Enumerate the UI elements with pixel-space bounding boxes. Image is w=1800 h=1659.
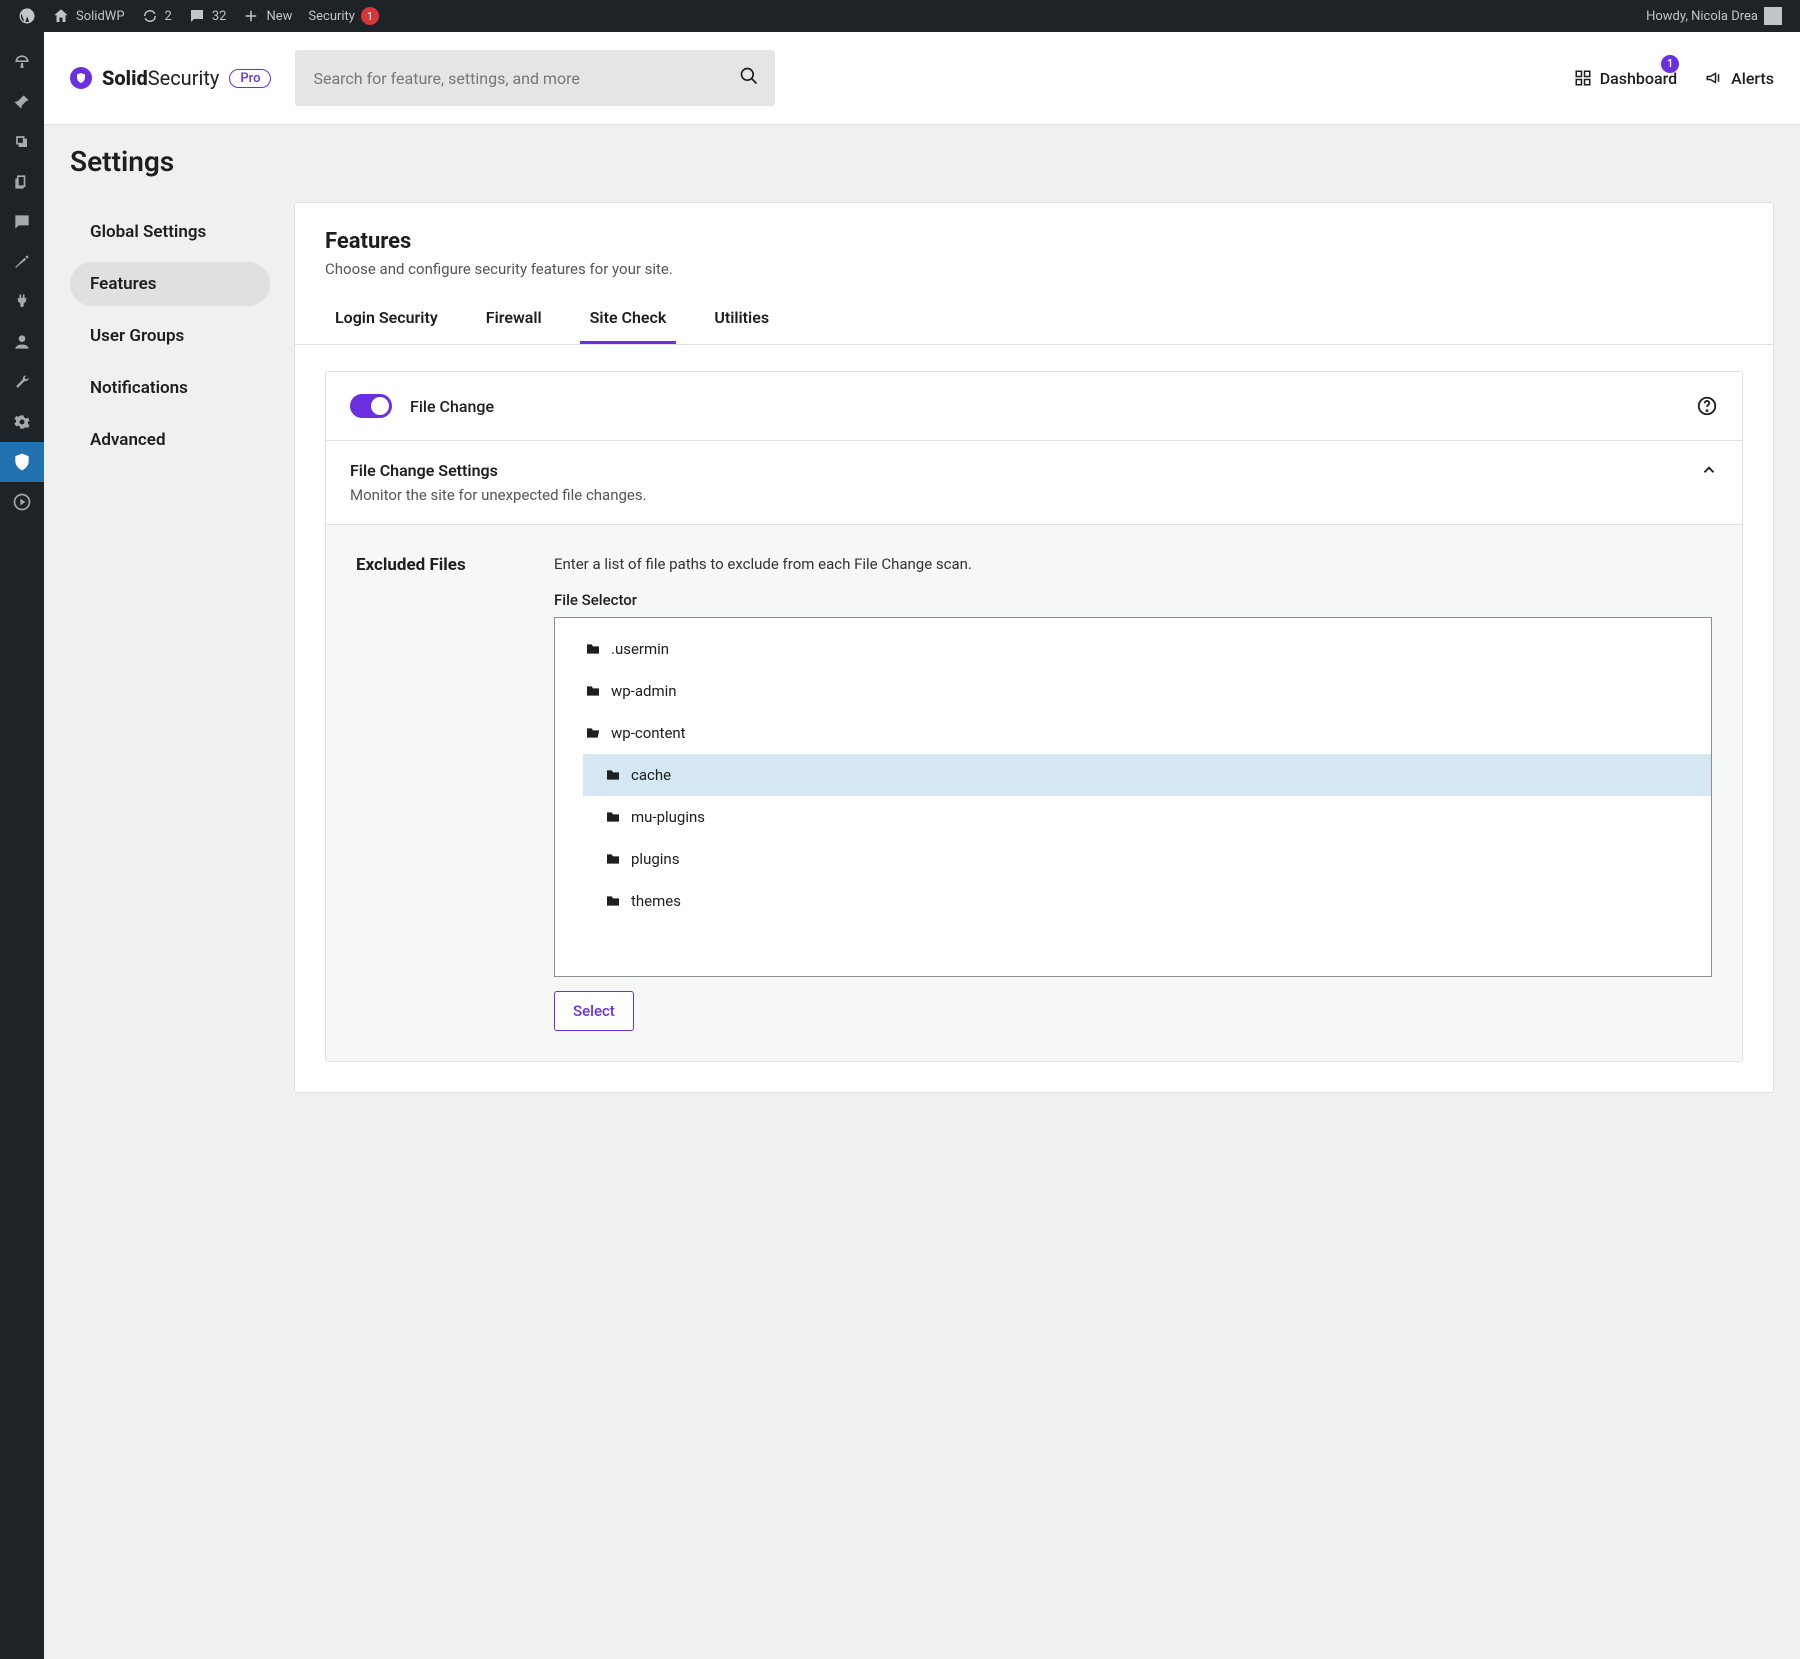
pro-badge: Pro	[229, 69, 271, 88]
settings-icon	[12, 412, 32, 432]
megaphone-icon	[1705, 69, 1723, 87]
play-icon	[12, 492, 32, 512]
feature-toggle-row: File Change	[326, 372, 1742, 441]
wp-menu-collapse[interactable]	[0, 482, 44, 522]
site-name: SolidWP	[76, 9, 125, 24]
security-badge: 1	[361, 7, 379, 25]
pin-icon	[12, 92, 32, 112]
dashboard-badge: 1	[1661, 55, 1679, 73]
howdy-text: Howdy, Nicola Drea	[1646, 9, 1758, 24]
my-account-link[interactable]: Howdy, Nicola Drea	[1638, 0, 1790, 32]
brush-icon	[12, 252, 32, 272]
settings-body: Excluded Files Enter a list of file path…	[326, 525, 1742, 1061]
wp-menu-users[interactable]	[0, 322, 44, 362]
header-nav: Dashboard 1 Alerts	[1574, 69, 1774, 88]
sidenav-item-user-groups[interactable]: User Groups	[70, 314, 270, 358]
refresh-icon	[141, 7, 159, 25]
file-tree-item[interactable]: themes	[555, 880, 1711, 922]
pages-icon	[12, 172, 32, 192]
settings-desc: Monitor the site for unexpected file cha…	[350, 486, 647, 504]
file-tree-item[interactable]: wp-content	[555, 712, 1711, 754]
site-name-link[interactable]: SolidWP	[44, 0, 133, 32]
wp-menu-pages[interactable]	[0, 162, 44, 202]
file-tree-item[interactable]: .usermin	[555, 628, 1711, 670]
file-selector-label: File Selector	[554, 591, 1712, 609]
dashboard-icon	[12, 52, 32, 72]
wp-adminbar: SolidWP 2 32 New Security 1 Howdy, Nicol…	[0, 0, 1800, 32]
user-icon	[12, 332, 32, 352]
avatar	[1764, 7, 1782, 25]
app-header: SolidSecurity Pro Dashboard 1 Alerts	[44, 32, 1800, 125]
home-icon	[52, 7, 70, 25]
wp-menu-plugins[interactable]	[0, 282, 44, 322]
security-label: Security	[308, 9, 355, 24]
wp-menu-security[interactable]	[0, 442, 44, 482]
wp-menu-dashboard[interactable]	[0, 42, 44, 82]
excluded-files-title: Excluded Files	[356, 555, 526, 1031]
settings-accordion-header[interactable]: File Change Settings Monitor the site fo…	[326, 441, 1742, 525]
excluded-files-desc: Enter a list of file paths to exclude fr…	[554, 555, 1712, 573]
wrench-icon	[12, 372, 32, 392]
file-change-label: File Change	[410, 397, 494, 416]
media-icon	[12, 132, 32, 152]
new-label: New	[266, 9, 292, 24]
shield-logo-icon	[70, 67, 92, 89]
sidenav-item-global-settings[interactable]: Global Settings	[70, 210, 270, 254]
comments-link[interactable]: 32	[180, 0, 235, 32]
tab-site-check[interactable]: Site Check	[580, 294, 677, 344]
tab-firewall[interactable]: Firewall	[476, 294, 552, 344]
file-tree-item[interactable]: cache	[583, 754, 1711, 796]
wp-menu-media[interactable]	[0, 122, 44, 162]
new-link[interactable]: New	[234, 0, 300, 32]
panel-subtitle: Choose and configure security features f…	[325, 260, 1743, 278]
comments-count: 32	[212, 9, 227, 24]
file-change-toggle[interactable]	[350, 394, 392, 418]
app-logo[interactable]: SolidSecurity Pro	[70, 66, 271, 90]
search-icon[interactable]	[739, 66, 759, 90]
collapse-toggle[interactable]	[1700, 461, 1718, 483]
select-button[interactable]: Select	[554, 991, 634, 1031]
wp-logo[interactable]	[10, 0, 44, 32]
wp-menu-tools[interactable]	[0, 362, 44, 402]
shield-icon	[12, 452, 32, 472]
comment-icon	[188, 7, 206, 25]
settings-title: File Change Settings	[350, 461, 647, 480]
wp-menu-posts[interactable]	[0, 82, 44, 122]
search-box	[295, 50, 775, 106]
plus-icon	[242, 7, 260, 25]
file-tree[interactable]: .userminwp-adminwp-contentcachemu-plugin…	[554, 617, 1712, 977]
app-name: SolidSecurity	[102, 66, 219, 90]
wp-menu-settings[interactable]	[0, 402, 44, 442]
nav-alerts[interactable]: Alerts	[1705, 69, 1774, 88]
updates-count: 2	[165, 9, 172, 24]
search-input[interactable]	[295, 50, 775, 106]
settings-sidenav: Global Settings Features User Groups Notifi…	[70, 202, 270, 1093]
panel-tabs: Login Security Firewall Site Check Utilitie…	[295, 294, 1773, 345]
chevron-up-icon	[1700, 461, 1718, 479]
wp-menu-appearance[interactable]	[0, 242, 44, 282]
sidenav-item-advanced[interactable]: Advanced	[70, 418, 270, 462]
plugin-icon	[12, 292, 32, 312]
nav-dashboard[interactable]: Dashboard 1	[1574, 69, 1677, 88]
panel-title: Features	[325, 229, 1743, 254]
help-icon	[1696, 395, 1718, 417]
tab-login-security[interactable]: Login Security	[325, 294, 448, 344]
security-link[interactable]: Security 1	[300, 0, 387, 32]
sidenav-item-features[interactable]: Features	[70, 262, 270, 306]
updates-link[interactable]: 2	[133, 0, 180, 32]
file-tree-item[interactable]: mu-plugins	[555, 796, 1711, 838]
help-button[interactable]	[1696, 395, 1718, 417]
settings-panel: Features Choose and configure security f…	[294, 202, 1774, 1093]
comment-icon	[12, 212, 32, 232]
grid-icon	[1574, 69, 1592, 87]
tab-utilities[interactable]: Utilities	[704, 294, 779, 344]
feature-card: File Change File Change Settings Monitor…	[325, 371, 1743, 1062]
page-title: Settings	[70, 145, 1774, 178]
wp-menu-comments[interactable]	[0, 202, 44, 242]
sidenav-item-notifications[interactable]: Notifications	[70, 366, 270, 410]
wordpress-icon	[18, 7, 36, 25]
file-tree-item[interactable]: plugins	[555, 838, 1711, 880]
wp-sidebar	[0, 32, 44, 1659]
file-tree-item[interactable]: wp-admin	[555, 670, 1711, 712]
